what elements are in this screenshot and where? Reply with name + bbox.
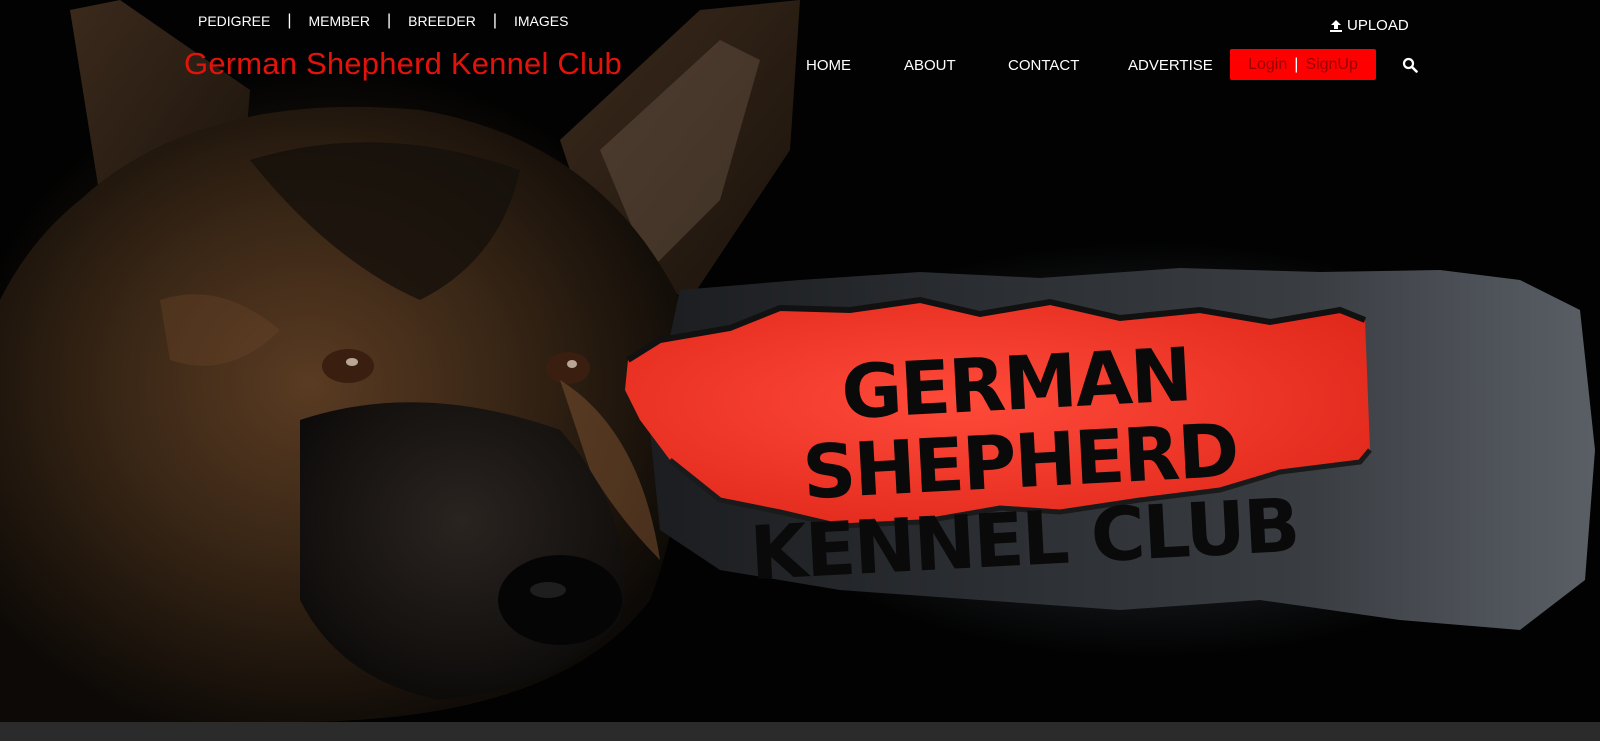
search-icon[interactable] <box>1402 57 1418 73</box>
signup-link[interactable]: SignUp <box>1305 56 1357 74</box>
top-link-separator: | <box>492 12 497 29</box>
nav-home[interactable]: HOME <box>806 57 851 74</box>
upload-icon <box>1330 19 1342 32</box>
nav-advertise[interactable]: ADVERTISE <box>1128 57 1213 74</box>
top-links: PEDIGREE | MEMBER | BREEDER | IMAGES <box>198 10 568 32</box>
upload-button[interactable]: UPLOAD <box>1329 17 1409 34</box>
nav-about[interactable]: ABOUT <box>904 57 956 74</box>
hero-title: GERMAN SHEPHERD KENNEL CLUB <box>694 328 1345 597</box>
top-link-breeder[interactable]: BREEDER <box>408 13 476 29</box>
hero-banner: GERMAN SHEPHERD KENNEL CLUB <box>0 0 1600 722</box>
upload-label: UPLOAD <box>1347 17 1409 34</box>
login-link[interactable]: Login <box>1248 56 1287 74</box>
nav-contact[interactable]: CONTACT <box>1008 57 1079 74</box>
top-link-separator: | <box>287 12 292 29</box>
auth-box: Login | SignUp <box>1230 49 1376 80</box>
top-link-member[interactable]: MEMBER <box>309 13 370 29</box>
bottom-strip <box>0 722 1600 741</box>
top-link-pedigree[interactable]: PEDIGREE <box>198 13 270 29</box>
top-link-separator: | <box>386 12 392 29</box>
top-link-images[interactable]: IMAGES <box>514 13 568 29</box>
auth-separator: | <box>1294 55 1299 73</box>
